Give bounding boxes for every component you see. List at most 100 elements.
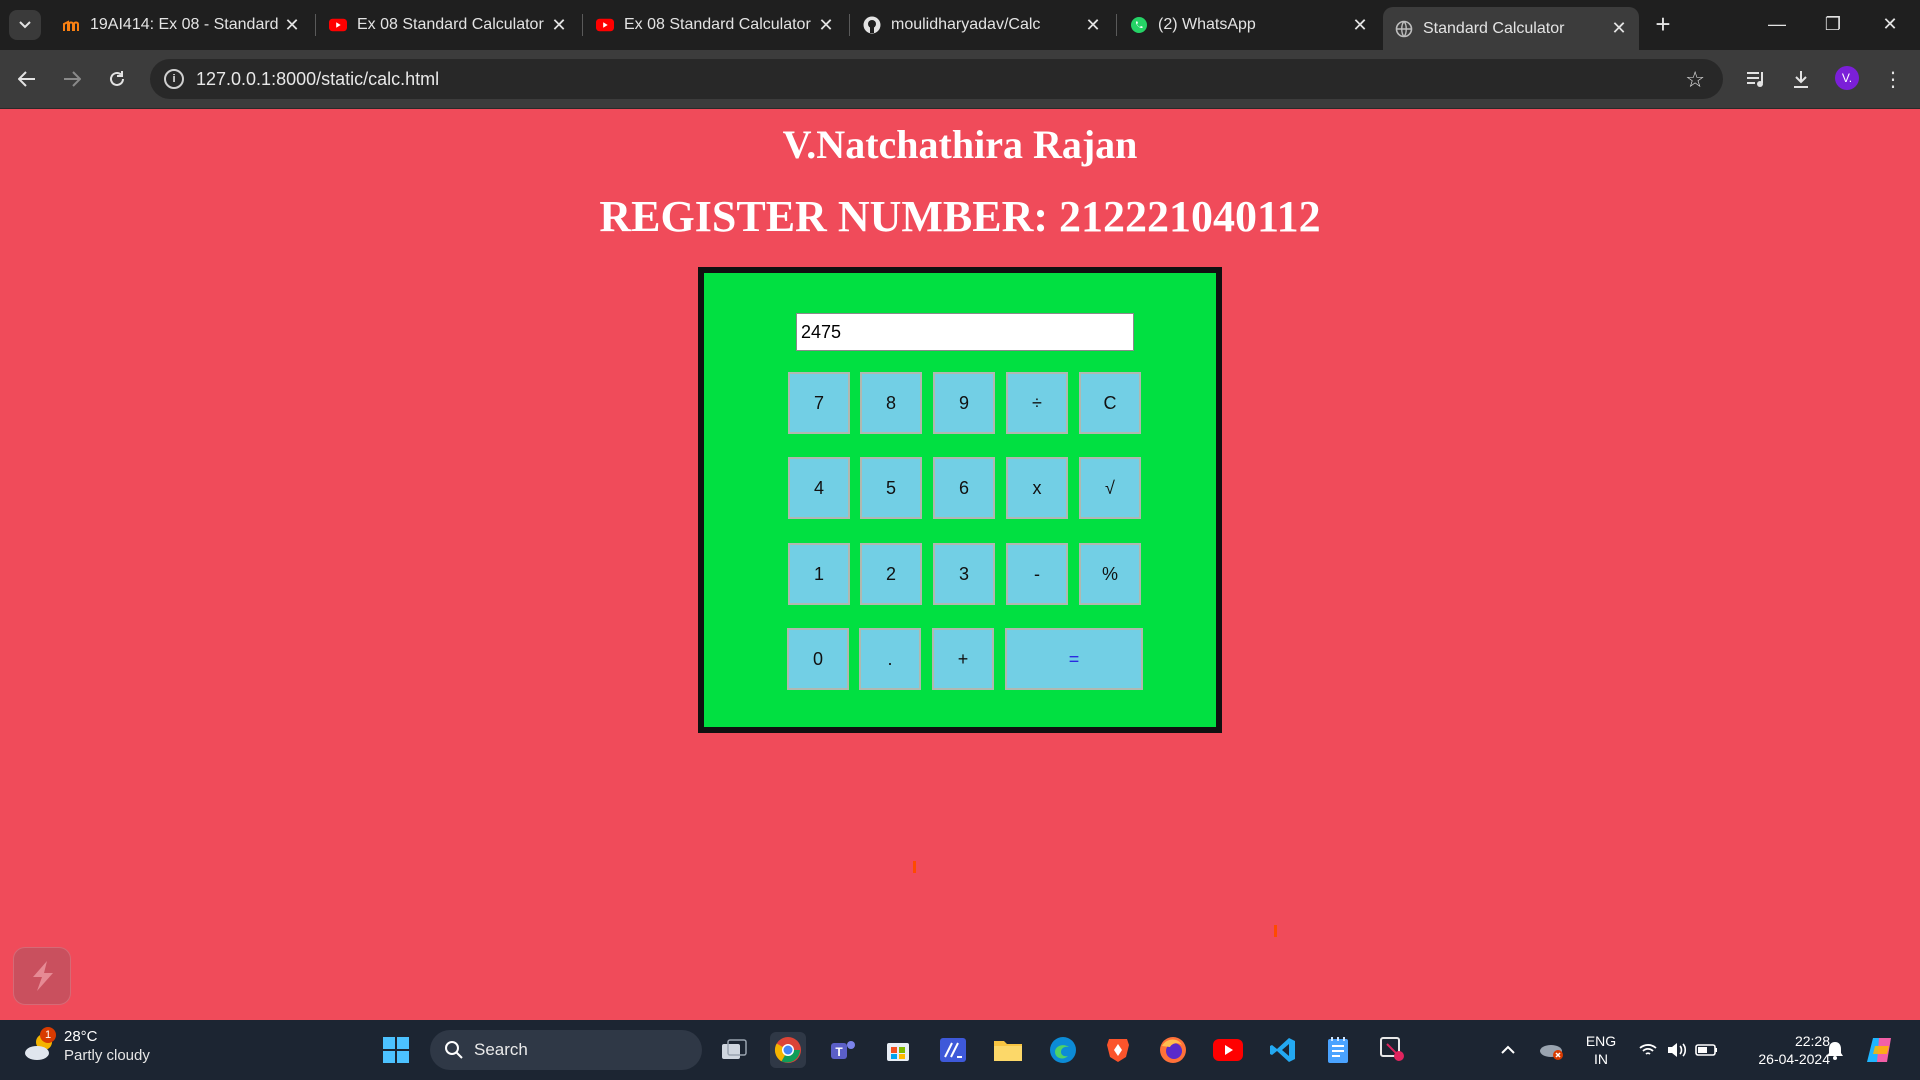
chrome-icon[interactable] <box>770 1032 806 1068</box>
tab-title: 19AI414: Ex 08 - Standard C <box>90 16 280 33</box>
arrow-right-icon <box>64 71 81 87</box>
key-add[interactable]: + <box>932 628 994 690</box>
windows-taskbar: 1 28°C Partly cloudy Search T ENG IN 22:… <box>0 1020 1920 1080</box>
tab-search-button[interactable] <box>9 10 41 40</box>
language-indicator[interactable]: ENG IN <box>1581 1032 1621 1068</box>
microsoft-store-icon[interactable] <box>880 1032 916 1068</box>
close-icon[interactable]: ✕ <box>1081 15 1105 36</box>
browser-toolbar: i 127.0.0.1:8000/static/calc.html ☆ ⋮ <box>0 50 1920 109</box>
snipping-tool-icon[interactable] <box>1375 1032 1411 1068</box>
key-1[interactable]: 1 <box>788 543 850 605</box>
restore-icon[interactable]: ❐ <box>1813 8 1853 40</box>
key-4[interactable]: 4 <box>788 457 850 519</box>
key-equals[interactable]: = <box>1005 628 1143 690</box>
moodle-icon <box>62 16 80 34</box>
bookmark-star-icon[interactable]: ☆ <box>1685 67 1705 93</box>
back-button[interactable] <box>12 64 42 94</box>
decorative-mark <box>1274 925 1277 937</box>
tab-title: Ex 08 Standard Calculator l <box>357 16 547 33</box>
chevron-down-icon <box>19 21 31 29</box>
tab-title: moulidharyadav/Calc <box>891 16 1041 33</box>
clock[interactable]: 22:28 26-04-2024 <box>1730 1032 1830 1068</box>
tab-moodle[interactable]: 19AI414: Ex 08 - Standard C ✕ <box>50 7 312 43</box>
address-bar[interactable]: i 127.0.0.1:8000/static/calc.html ☆ <box>150 59 1723 99</box>
key-2[interactable]: 2 <box>860 543 922 605</box>
file-explorer-icon[interactable] <box>990 1032 1026 1068</box>
key-decimal[interactable]: . <box>859 628 921 690</box>
globe-icon <box>1395 20 1413 38</box>
key-9[interactable]: 9 <box>933 372 995 434</box>
show-hidden-icons-chevron-icon[interactable] <box>1494 1032 1522 1068</box>
media-controls-icon[interactable] <box>1744 66 1770 92</box>
search-label: Search <box>474 1040 528 1059</box>
editor-app-icon[interactable] <box>935 1032 971 1068</box>
key-0[interactable]: 0 <box>787 628 849 690</box>
key-3[interactable]: 3 <box>933 543 995 605</box>
reload-button[interactable] <box>102 64 132 94</box>
task-view-icon[interactable] <box>716 1032 752 1068</box>
tab-title: (2) WhatsApp <box>1158 16 1256 33</box>
key-sqrt[interactable]: √ <box>1079 457 1141 519</box>
tab-whatsapp[interactable]: (2) WhatsApp ✕ <box>1118 7 1380 43</box>
minimize-icon[interactable]: — <box>1757 8 1797 40</box>
teams-icon[interactable]: T <box>825 1032 861 1068</box>
key-divide[interactable]: ÷ <box>1006 372 1068 434</box>
close-icon[interactable]: ✕ <box>1348 15 1372 36</box>
site-info-icon[interactable]: i <box>164 69 184 89</box>
key-subtract[interactable]: - <box>1006 543 1068 605</box>
calculator-display[interactable] <box>796 313 1134 351</box>
forward-button[interactable] <box>57 64 87 94</box>
lightning-icon <box>33 961 53 991</box>
tab-separator <box>849 14 850 36</box>
decorative-mark <box>913 861 916 873</box>
key-multiply[interactable]: x <box>1006 457 1068 519</box>
close-icon[interactable]: ✕ <box>814 15 838 36</box>
volume-icon[interactable] <box>1664 1032 1690 1068</box>
tab-separator <box>582 14 583 36</box>
copilot-icon[interactable] <box>1862 1032 1898 1068</box>
firefox-icon[interactable] <box>1155 1032 1191 1068</box>
key-7[interactable]: 7 <box>788 372 850 434</box>
close-icon[interactable]: ✕ <box>1607 18 1631 39</box>
key-clear[interactable]: C <box>1079 372 1141 434</box>
tab-standard-calculator[interactable]: Standard Calculator ✕ <box>1383 7 1639 50</box>
youtube-icon <box>596 16 614 34</box>
key-5[interactable]: 5 <box>860 457 922 519</box>
battery-icon[interactable] <box>1693 1032 1721 1068</box>
new-tab-button[interactable]: + <box>1648 10 1678 40</box>
download-icon[interactable] <box>1788 66 1814 92</box>
tab-github[interactable]: moulidharyadav/Calc ✕ <box>851 7 1113 43</box>
search-icon <box>445 1041 463 1059</box>
window-close-icon[interactable]: ✕ <box>1870 8 1910 40</box>
tab-title: Ex 08 Standard Calculator l <box>624 16 814 33</box>
wifi-icon[interactable] <box>1636 1032 1660 1068</box>
page-title: V.Natchathira Rajan <box>782 122 1138 167</box>
region-code: IN <box>1594 1051 1608 1067</box>
tab-youtube-2[interactable]: Ex 08 Standard Calculator l ✕ <box>584 7 846 43</box>
brave-icon[interactable] <box>1100 1032 1136 1068</box>
taskbar-search[interactable]: Search <box>430 1030 702 1070</box>
notification-bell-icon[interactable] <box>1822 1032 1848 1068</box>
vscode-icon[interactable] <box>1265 1032 1301 1068</box>
notepad-icon[interactable] <box>1320 1032 1356 1068</box>
whatsapp-icon <box>1130 16 1148 34</box>
weather-widget[interactable]: 1 28°C Partly cloudy <box>22 1027 150 1066</box>
close-icon[interactable]: ✕ <box>547 15 571 36</box>
tab-title: Standard Calculator <box>1423 19 1565 37</box>
key-8[interactable]: 8 <box>860 372 922 434</box>
calculator-panel: 7 8 9 ÷ C 4 5 6 x √ 1 2 3 - % 0 . + = <box>698 267 1222 733</box>
youtube-app-icon[interactable] <box>1210 1032 1246 1068</box>
key-6[interactable]: 6 <box>933 457 995 519</box>
tab-separator <box>315 14 316 36</box>
key-percent[interactable]: % <box>1079 543 1141 605</box>
edge-icon[interactable] <box>1045 1032 1081 1068</box>
close-icon[interactable]: ✕ <box>280 15 304 36</box>
windows-start-icon[interactable] <box>378 1032 414 1068</box>
onedrive-icon[interactable] <box>1535 1032 1567 1068</box>
tab-separator <box>1116 14 1117 36</box>
more-menu-icon[interactable]: ⋮ <box>1880 66 1906 92</box>
tab-youtube-1[interactable]: Ex 08 Standard Calculator l ✕ <box>317 7 579 43</box>
profile-avatar[interactable]: V. <box>1835 66 1859 90</box>
clock-time: 22:28 <box>1794 1033 1830 1049</box>
extension-floating-button[interactable] <box>13 947 71 1005</box>
